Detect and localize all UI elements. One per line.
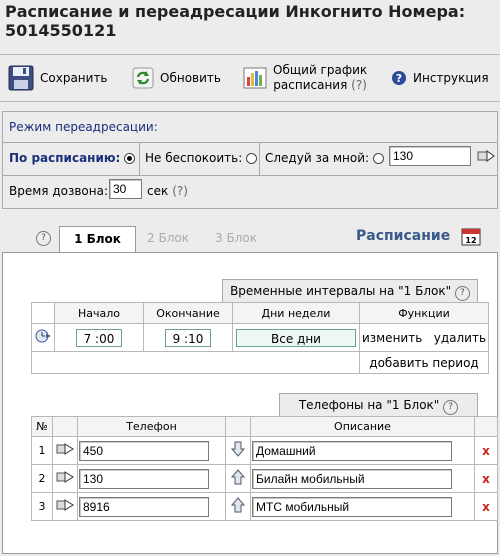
save-button-label: Сохранить: [40, 71, 108, 85]
block-content: Временные интервалы на "1 Блок" ? Начало…: [2, 252, 498, 554]
description-input[interactable]: [252, 496, 452, 517]
follow-me-label: Следуй за мной:: [265, 151, 370, 165]
tab-block-3[interactable]: 3 Блок: [205, 226, 267, 252]
phone-row: 2 x: [31, 464, 498, 493]
phones-caption: Телефоны на "1 Блок" ?: [279, 393, 478, 416]
forwarding-panel: Режим переадресации: По расписанию: Не б…: [2, 111, 498, 209]
tab-block-2[interactable]: 2 Блок: [137, 226, 199, 252]
phones-help-icon[interactable]: ?: [443, 400, 459, 415]
phones-header-phone: Телефон: [77, 416, 226, 437]
phones-header-description: Описание: [250, 416, 475, 437]
clock-arrow-icon[interactable]: [34, 328, 52, 344]
by-schedule-radio[interactable]: [124, 152, 136, 164]
interval-delete-link[interactable]: удалить: [434, 331, 486, 345]
radio-follow-me[interactable]: Следуй за мной:: [265, 151, 385, 165]
intervals-header-days: Дни недели: [232, 302, 360, 324]
refresh-button[interactable]: Обновить: [132, 63, 221, 93]
schedule-overview-label-2: расписания: [273, 78, 348, 92]
do-not-disturb-label: Не беспокоить:: [145, 151, 243, 165]
do-not-disturb-radio[interactable]: [246, 152, 258, 164]
interval-start-input[interactable]: 7 :00: [76, 328, 122, 347]
instructions-button[interactable]: ? Инструкция: [391, 63, 489, 93]
delete-phone-icon[interactable]: x: [482, 500, 490, 514]
phone-row: 1 x: [31, 436, 498, 465]
follow-me-number-input[interactable]: [389, 146, 471, 166]
radio-do-not-disturb[interactable]: Не беспокоить:: [145, 151, 258, 165]
instructions-button-label: Инструкция: [413, 71, 489, 85]
phones-header-num: №: [31, 416, 53, 437]
phone-row: 3 x: [31, 492, 498, 521]
dial-time-input[interactable]: [109, 179, 142, 199]
tab-block-1[interactable]: 1 Блок: [59, 226, 136, 253]
delete-phone-icon[interactable]: x: [482, 444, 490, 458]
interval-end-input[interactable]: 9 :10: [165, 328, 211, 347]
dial-time-help[interactable]: (?): [172, 184, 188, 198]
forwarding-mode-title: Режим переадресации:: [9, 120, 158, 134]
save-button[interactable]: Сохранить: [8, 63, 108, 93]
tabs-help-icon[interactable]: ?: [36, 231, 51, 246]
add-period-link[interactable]: добавить период: [359, 351, 489, 374]
description-input[interactable]: [252, 468, 452, 489]
intervals-header-functions: Функции: [359, 302, 489, 324]
intervals-table: Начало Окончание Дни недели Функции 7 :0…: [31, 302, 489, 374]
seconds-label: сек: [147, 184, 169, 198]
refresh-button-label: Обновить: [160, 71, 221, 85]
dial-time-label: Время дозвона:: [9, 184, 108, 198]
phone-forward-icon[interactable]: [56, 498, 74, 512]
schedule-overview-label-1: Общий график: [273, 63, 368, 77]
refresh-icon: [132, 67, 154, 89]
schedule-help-marker[interactable]: (?): [351, 78, 367, 92]
phone-input[interactable]: [79, 468, 209, 489]
calendar-icon[interactable]: 12: [461, 226, 481, 246]
phone-forward-icon[interactable]: [56, 442, 74, 456]
interval-edit-link[interactable]: изменить: [362, 331, 422, 345]
phone-input[interactable]: [79, 496, 209, 517]
bar-chart-icon: [243, 67, 267, 89]
floppy-disk-icon: [8, 65, 34, 91]
svg-text:?: ?: [396, 72, 402, 85]
schedule-title: Расписание: [356, 228, 451, 244]
intervals-header-end: Окончание: [143, 302, 233, 324]
page-title: Расписание и переадресации Инкогнито Ном…: [5, 2, 466, 40]
interval-row: 7 :00 9 :10 Все дни изменить удалить: [31, 323, 489, 352]
intervals-header-start: Начало: [54, 302, 144, 324]
phone-input[interactable]: [79, 440, 209, 461]
move-up-icon[interactable]: [231, 497, 245, 513]
follow-me-radio[interactable]: [373, 152, 385, 164]
toolbar: Сохранить Обновить Общий график расписан…: [0, 54, 500, 102]
description-input[interactable]: [252, 440, 452, 461]
phone-forward-icon[interactable]: [56, 470, 74, 484]
help-icon: ?: [391, 70, 407, 86]
intervals-help-icon[interactable]: ?: [454, 286, 470, 301]
delete-phone-icon[interactable]: x: [482, 472, 490, 486]
move-down-icon[interactable]: [231, 441, 245, 457]
svg-text:12: 12: [465, 236, 476, 245]
by-schedule-label: По расписанию:: [9, 151, 121, 165]
intervals-caption: Временные интервалы на "1 Блок" ?: [222, 279, 478, 302]
schedule-overview-button[interactable]: Общий график расписания (?): [243, 61, 367, 95]
radio-by-schedule[interactable]: По расписанию:: [9, 151, 136, 165]
move-up-icon[interactable]: [231, 469, 245, 485]
phones-table: № Телефон Описание 1 x 2: [31, 416, 498, 521]
interval-days-field[interactable]: Все дни: [236, 328, 356, 347]
phone-forward-icon[interactable]: [477, 148, 495, 164]
